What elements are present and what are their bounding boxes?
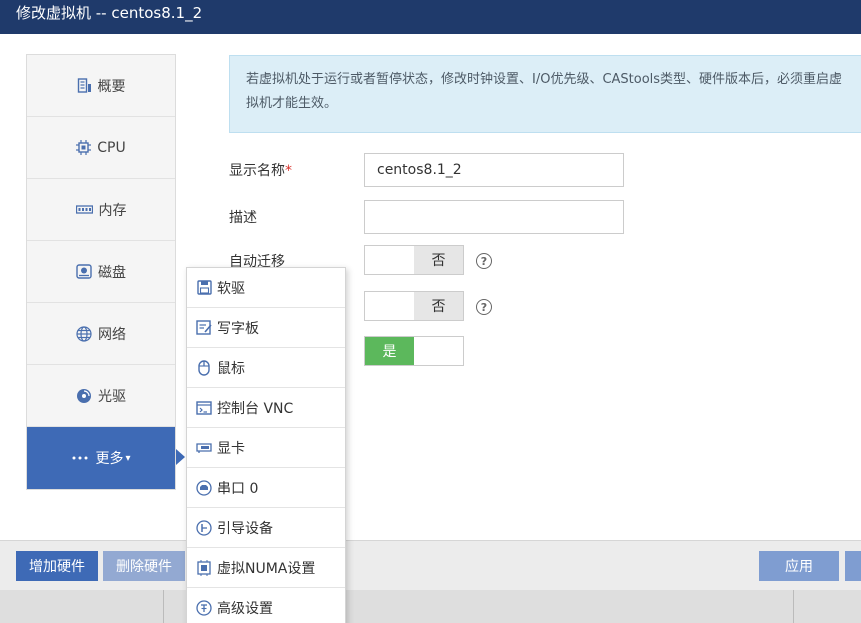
sidebar-item-label: 概要	[97, 78, 126, 95]
auto-migrate-toggle[interactable]: 否	[364, 245, 464, 275]
floppy-icon	[195, 280, 213, 295]
more-icon	[71, 455, 89, 461]
sidebar-item-label: 更多	[95, 451, 124, 467]
add-hardware-button[interactable]: 增加硬件	[16, 551, 98, 581]
background-strip	[0, 590, 861, 623]
mouse-icon	[195, 359, 213, 376]
sidebar-item-memory[interactable]: 内存	[27, 179, 175, 241]
serial-port-icon	[195, 479, 213, 496]
sidebar-item-network[interactable]: 网络	[27, 303, 175, 365]
menu-item-tablet[interactable]: 写字板	[187, 308, 345, 348]
sidebar-item-label: CPU	[97, 139, 126, 156]
toggle-no-label: 否	[414, 292, 463, 320]
menu-item-label: 鼠标	[217, 360, 245, 377]
menu-item-virtual-numa[interactable]: 虚拟NUMA设置	[187, 548, 345, 588]
help-icon[interactable]: ?	[476, 299, 492, 315]
restart-notice: 若虚拟机处于运行或者暂停状态，修改时钟设置、I/O优先级、CAStools类型、…	[229, 55, 861, 133]
menu-item-label: 显卡	[217, 440, 245, 457]
advanced-settings-icon	[195, 599, 213, 616]
menu-pointer	[176, 449, 185, 465]
menu-item-label: 软驱	[217, 280, 245, 297]
dialog-footer: 增加硬件 删除硬件 应用	[0, 540, 861, 590]
divider	[793, 590, 794, 623]
cdrom-icon	[76, 388, 92, 404]
network-icon	[76, 325, 92, 342]
display-name-label: 显示名称*	[229, 163, 292, 179]
hardware-sidebar: 概要 CPU 内存 磁盘 网络 光驱 更多 ▾	[26, 54, 176, 490]
menu-item-advanced-settings[interactable]: 高级设置	[187, 588, 345, 623]
menu-item-label: 写字板	[217, 320, 259, 337]
help-icon[interactable]: ?	[476, 253, 492, 269]
caret-down-icon: ▾	[125, 452, 131, 464]
menu-item-floppy[interactable]: 软驱	[187, 268, 345, 308]
graphics-card-icon	[195, 442, 213, 454]
menu-item-label: 虚拟NUMA设置	[217, 560, 316, 577]
option-toggle-2[interactable]: 否	[364, 291, 464, 321]
memory-icon	[75, 203, 93, 216]
apply-button[interactable]: 应用	[759, 551, 839, 581]
numa-icon	[195, 559, 213, 576]
sidebar-item-summary[interactable]: 概要	[27, 55, 175, 117]
menu-item-console-vnc[interactable]: 控制台 VNC	[187, 388, 345, 428]
menu-item-label: 串口 0	[217, 480, 259, 497]
toggle-track	[414, 337, 463, 365]
cpu-icon	[76, 140, 92, 155]
summary-icon	[77, 78, 92, 93]
toggle-no-label: 否	[414, 246, 463, 274]
modify-vm-dialog: 概要 CPU 内存 磁盘 网络 光驱 更多 ▾ 若虚拟机处于运行或者暂停状态，修…	[0, 34, 861, 540]
toggle-track	[365, 246, 414, 274]
description-label: 描述	[229, 210, 257, 226]
sidebar-item-cdrom[interactable]: 光驱	[27, 365, 175, 427]
menu-item-serial-port[interactable]: 串口 0	[187, 468, 345, 508]
next-button-partial[interactable]	[845, 551, 861, 581]
required-mark: *	[285, 163, 292, 179]
sidebar-item-label: 磁盘	[98, 264, 126, 281]
menu-item-graphics-card[interactable]: 显卡	[187, 428, 345, 468]
sidebar-item-label: 网络	[98, 326, 126, 343]
divider	[163, 590, 164, 623]
boot-device-icon	[195, 519, 213, 536]
console-icon	[195, 400, 213, 415]
menu-item-boot-device[interactable]: 引导设备	[187, 508, 345, 548]
menu-item-label: 高级设置	[217, 600, 273, 617]
menu-item-label: 引导设备	[217, 520, 273, 537]
option-toggle-3[interactable]: 是	[364, 336, 464, 366]
tablet-icon	[195, 320, 213, 335]
disk-icon	[76, 264, 92, 279]
sidebar-item-label: 内存	[98, 202, 127, 219]
sidebar-item-more[interactable]: 更多 ▾	[27, 427, 175, 489]
sidebar-item-label: 光驱	[98, 388, 126, 405]
menu-item-label: 控制台 VNC	[217, 400, 294, 417]
toggle-yes-label: 是	[365, 337, 414, 365]
remove-hardware-button[interactable]: 删除硬件	[103, 551, 185, 581]
sidebar-item-disk[interactable]: 磁盘	[27, 241, 175, 303]
display-name-input[interactable]: centos8.1_2	[364, 153, 624, 187]
window-title: 修改虚拟机 -- centos8.1_2	[0, 0, 861, 34]
description-input[interactable]	[364, 200, 624, 234]
toggle-track	[365, 292, 414, 320]
more-hardware-menu: 软驱 写字板 鼠标 控制台 VNC 显卡 串口 0 引导设备 虚拟NUMA设置 …	[186, 267, 346, 623]
menu-item-mouse[interactable]: 鼠标	[187, 348, 345, 388]
sidebar-item-cpu[interactable]: CPU	[27, 117, 175, 179]
